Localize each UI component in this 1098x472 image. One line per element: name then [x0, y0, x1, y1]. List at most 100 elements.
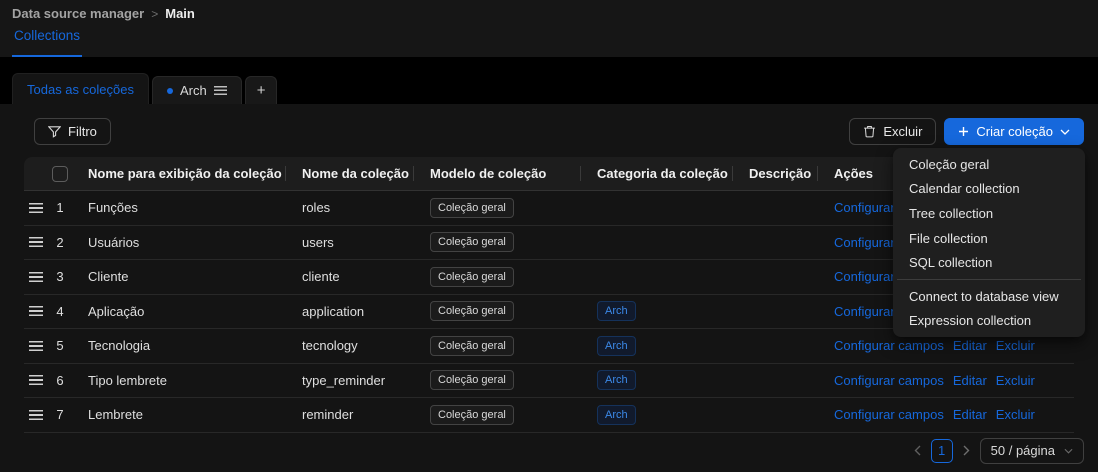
row-actions: Configurar campos Editar Excluir [818, 373, 1074, 388]
menu-divider [897, 279, 1081, 280]
trash-icon [863, 125, 876, 138]
collection-display-name: Aplicação [72, 304, 286, 319]
column-header-description: Descrição [733, 166, 818, 181]
filter-icon [48, 126, 61, 138]
category-tag-arch: Arch [597, 336, 636, 356]
model-tag: Coleção geral [430, 301, 514, 321]
row-index: 4 [48, 304, 72, 319]
model-tag: Coleção geral [430, 267, 514, 287]
tab-arch[interactable]: Arch [152, 76, 242, 104]
breadcrumb-current-main: Main [165, 6, 195, 21]
pagination-page-button[interactable]: 1 [931, 439, 953, 463]
row-actions: Configurar campos Editar Excluir [818, 338, 1074, 353]
collection-display-name: Funções [72, 200, 286, 215]
model-tag: Coleção geral [430, 405, 514, 425]
select-all-checkbox[interactable] [52, 166, 68, 182]
chevron-down-icon [1064, 448, 1073, 454]
create-collection-button[interactable]: Criar coleção [944, 118, 1084, 145]
create-collection-dropdown: Coleção geral Calendar collection Tree c… [893, 148, 1085, 337]
breadcrumb-separator: > [151, 7, 158, 21]
category-tag-arch: Arch [597, 370, 636, 390]
row-index: 3 [48, 269, 72, 284]
chevron-down-icon [1060, 129, 1070, 135]
configure-fields-link[interactable]: Configurar campos [834, 338, 944, 353]
model-tag: Coleção geral [430, 232, 514, 252]
edit-link[interactable]: Editar [953, 338, 987, 353]
category-tag-arch: Arch [597, 405, 636, 425]
model-tag: Coleção geral [430, 370, 514, 390]
menu-item-colecao-geral[interactable]: Coleção geral [897, 152, 1081, 177]
delete-link[interactable]: Excluir [996, 373, 1035, 388]
menu-item-connect-database-view[interactable]: Connect to database view [897, 284, 1081, 309]
collection-display-name: Cliente [72, 269, 286, 284]
collection-name: type_reminder [286, 373, 414, 388]
row-index: 2 [48, 235, 72, 250]
delete-link[interactable]: Excluir [996, 338, 1035, 353]
row-index: 7 [48, 407, 72, 422]
collection-name: users [286, 235, 414, 250]
collection-name: cliente [286, 269, 414, 284]
delete-link[interactable]: Excluir [996, 407, 1035, 422]
page-header: Data source manager > Main Collections [0, 0, 1098, 57]
collection-display-name: Tecnologia [72, 338, 286, 353]
filter-button[interactable]: Filtro [34, 118, 111, 145]
row-index: 1 [48, 200, 72, 215]
pagination-next-button[interactable] [963, 445, 970, 456]
column-header-name: Nome da coleção [286, 166, 414, 181]
table-row: 6 Tipo lembrete type_reminder Coleção ge… [24, 364, 1074, 399]
add-tab-button[interactable]: + [245, 76, 278, 104]
drag-handle-icon[interactable] [24, 306, 48, 316]
tab-label: Arch [180, 83, 207, 98]
table-row: 7 Lembrete reminder Coleção geral Arch C… [24, 398, 1074, 433]
model-tag: Coleção geral [430, 198, 514, 218]
configure-fields-link[interactable]: Configurar campos [834, 373, 944, 388]
filter-button-label: Filtro [68, 124, 97, 139]
pagination: 1 50 / página [24, 438, 1084, 464]
collection-display-name: Usuários [72, 235, 286, 250]
drag-handle-icon[interactable] [24, 237, 48, 247]
drag-handle-icon[interactable] [24, 203, 48, 213]
collection-name: tecnology [286, 338, 414, 353]
tab-todas-as-colecoes[interactable]: Todas as coleções [12, 73, 149, 104]
toolbar: Filtro Excluir Criar coleção [34, 118, 1084, 145]
tab-label: Todas as coleções [27, 82, 134, 97]
menu-item-file-collection[interactable]: File collection [897, 226, 1081, 251]
tab-collections[interactable]: Collections [12, 28, 82, 57]
collection-name: roles [286, 200, 414, 215]
pagination-prev-button[interactable] [914, 445, 921, 456]
collection-name: reminder [286, 407, 414, 422]
menu-item-tree-collection[interactable]: Tree collection [897, 201, 1081, 226]
collection-display-name: Lembrete [72, 407, 286, 422]
row-index: 6 [48, 373, 72, 388]
edit-link[interactable]: Editar [953, 407, 987, 422]
drag-handle-icon[interactable] [24, 375, 48, 385]
drag-handle-icon[interactable] [24, 341, 48, 351]
model-tag: Coleção geral [430, 336, 514, 356]
page-size-label: 50 / página [991, 443, 1055, 458]
row-index: 5 [48, 338, 72, 353]
page-size-selector[interactable]: 50 / página [980, 438, 1084, 464]
menu-item-expression-collection[interactable]: Expression collection [897, 309, 1081, 334]
menu-item-calendar-collection[interactable]: Calendar collection [897, 177, 1081, 202]
column-header-model: Modelo de coleção [414, 166, 581, 181]
menu-item-sql-collection[interactable]: SQL collection [897, 250, 1081, 275]
toolbar-right-group: Excluir Criar coleção [849, 118, 1084, 145]
drag-handle-icon[interactable] [24, 410, 48, 420]
data-source-manager-page: Data source manager > Main Collections T… [0, 0, 1098, 472]
breadcrumb: Data source manager > Main [12, 6, 195, 21]
collection-tab-bar: Todas as coleções Arch + [0, 57, 1098, 104]
create-collection-label: Criar coleção [976, 124, 1053, 139]
configure-fields-link[interactable]: Configurar campos [834, 407, 944, 422]
edit-link[interactable]: Editar [953, 373, 987, 388]
collection-name: application [286, 304, 414, 319]
plus-icon: + [257, 82, 266, 99]
delete-button[interactable]: Excluir [849, 118, 936, 145]
delete-button-label: Excluir [883, 124, 922, 139]
drag-handle-icon[interactable] [24, 272, 48, 282]
breadcrumb-data-source-manager[interactable]: Data source manager [12, 6, 144, 21]
column-header-display-name: Nome para exibição da coleção [72, 166, 286, 181]
tab-menu-icon[interactable] [214, 86, 227, 95]
column-header-category: Categoria da coleção [581, 166, 733, 181]
category-color-dot [167, 88, 173, 94]
category-tag-arch: Arch [597, 301, 636, 321]
